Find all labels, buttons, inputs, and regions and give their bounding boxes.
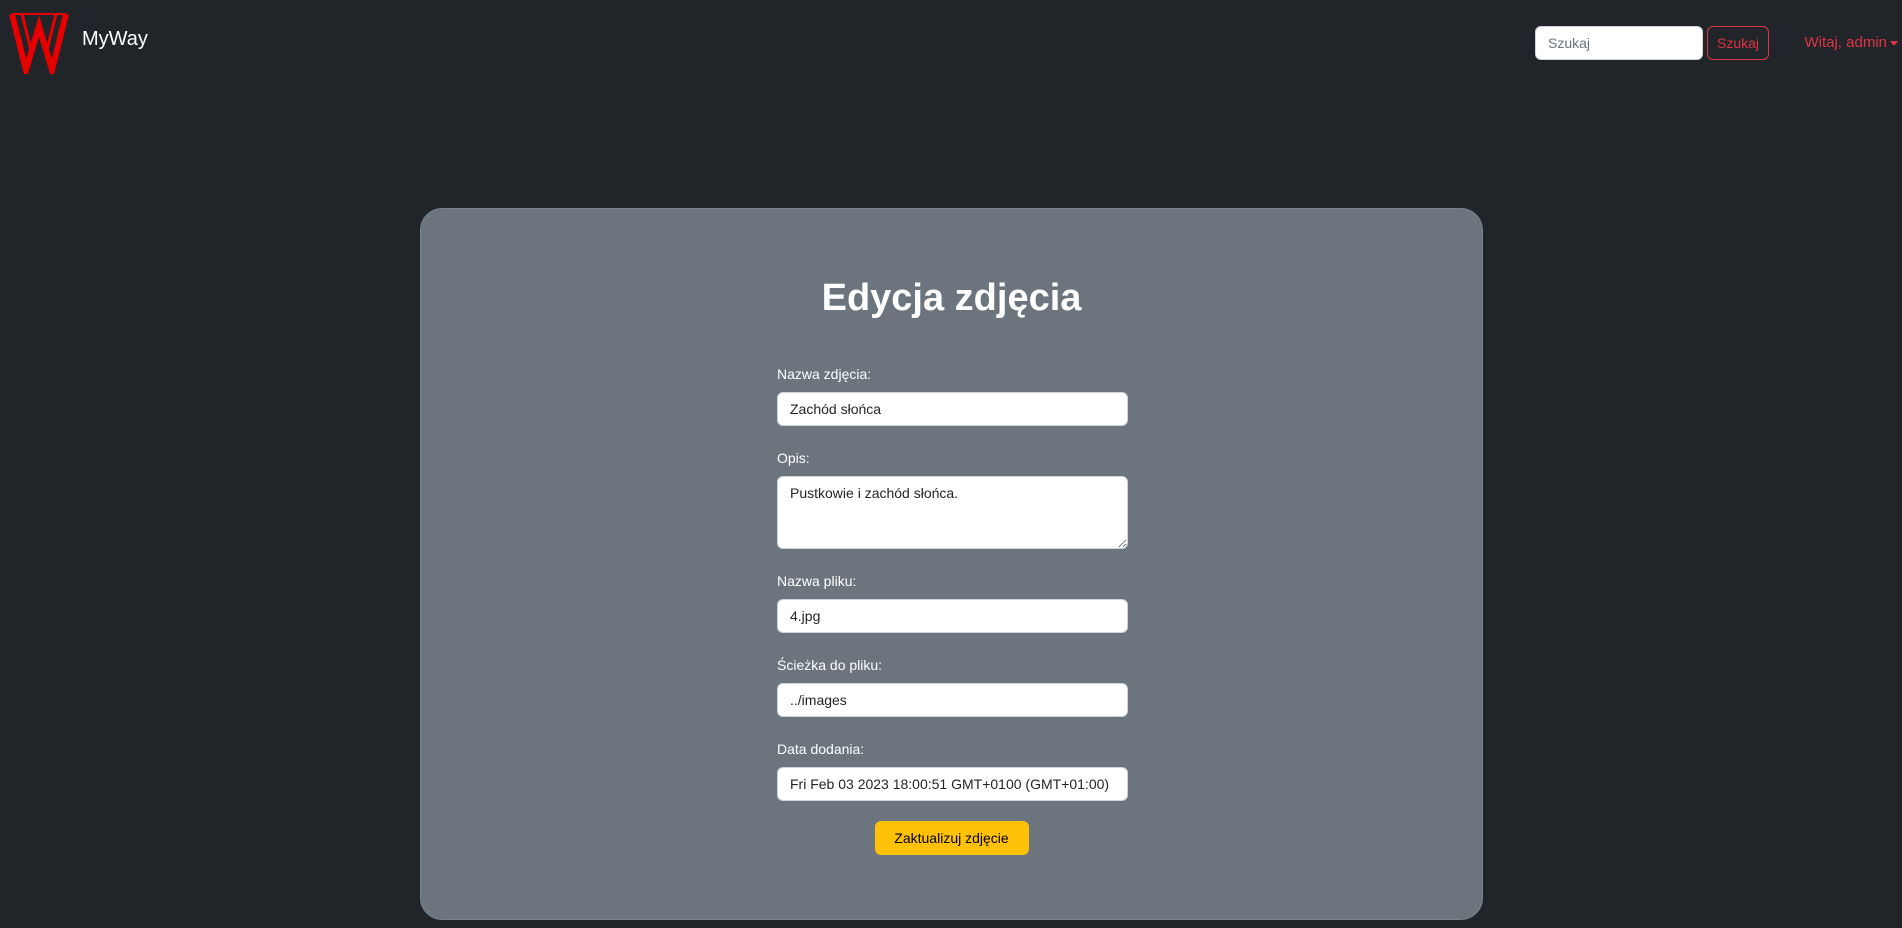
update-photo-button[interactable]: Zaktualizuj zdjęcie xyxy=(874,821,1029,855)
description-label: Opis: xyxy=(777,450,810,466)
file-path-input[interactable] xyxy=(777,683,1128,717)
brand-link[interactable]: MyWay xyxy=(8,10,148,74)
photo-name-input[interactable] xyxy=(777,392,1128,426)
user-menu-dropdown[interactable]: Witaj, admin xyxy=(1804,34,1898,51)
page-title: Edycja zdjęcia xyxy=(821,277,1082,319)
search-button[interactable]: Szukaj xyxy=(1707,26,1769,60)
photo-name-label: Nazwa zdjęcia: xyxy=(777,366,872,382)
file-path-label: Ścieżka do pliku: xyxy=(777,657,883,673)
edit-photo-card: Edycja zdjęcia Nazwa zdjęcia: Opis: Pust… xyxy=(420,208,1483,920)
search-input[interactable] xyxy=(1535,26,1703,60)
file-name-label: Nazwa pliku: xyxy=(777,573,857,589)
submit-container: Zaktualizuj zdjęcie xyxy=(421,821,1482,855)
date-added-input[interactable] xyxy=(777,767,1128,801)
myway-logo-icon xyxy=(8,10,70,74)
file-name-input[interactable] xyxy=(777,599,1128,633)
user-menu-label: Witaj, admin xyxy=(1804,34,1887,51)
date-added-label: Data dodania: xyxy=(777,741,865,757)
brand-name: MyWay xyxy=(82,27,148,50)
description-textarea[interactable]: Pustkowie i zachód słońca. xyxy=(777,476,1128,549)
edit-photo-form: Nazwa zdjęcia: Opis: Pustkowie i zachód … xyxy=(777,364,1128,823)
caret-down-icon xyxy=(1890,40,1898,46)
navbar: MyWay Szukaj Witaj, admin xyxy=(0,0,1902,88)
